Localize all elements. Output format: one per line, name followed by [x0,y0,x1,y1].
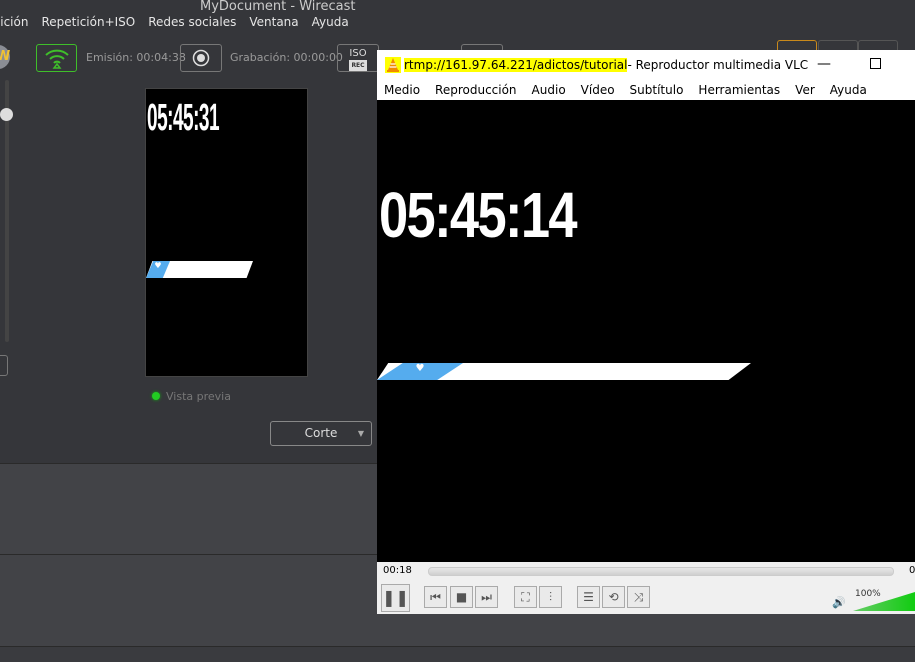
menu-audio[interactable]: Audio [532,83,566,97]
vlc-menu-bar: Medio Reproducción Audio Vídeo Subtítulo… [377,80,867,100]
pause-icon: ❚❚ [382,588,409,607]
status-panel [0,646,915,662]
menu-medio[interactable]: Medio [384,83,420,97]
speaker-icon[interactable]: 🔊 [832,596,846,609]
menu-ver[interactable]: Ver [795,83,815,97]
vlc-controls: 00:18 0 ❚❚ ⏮ ■ ⏭ ⛶ ⫶ ☰ ⟲ ⤨ 🔊 100% [377,562,915,614]
loop-button[interactable]: ⟲ [602,586,625,608]
menu-reproduccion[interactable]: Reproducción [435,83,517,97]
vlc-title-bar: rtmp://161.97.64.221/adictos/tutorial - … [377,50,915,80]
vlc-cone-icon [385,57,401,73]
loop-icon: ⟲ [608,590,619,604]
menu-ayuda[interactable]: Ayuda [830,83,867,97]
side-button[interactable] [0,355,8,376]
video-clock: 05:45:14 [379,179,578,251]
video-area[interactable]: 05:45:14 ♥ [377,100,915,562]
maximize-icon[interactable] [870,58,881,69]
next-button[interactable]: ⏭ [475,586,498,608]
next-icon: ⏭ [481,590,492,604]
preview-clock: 05:45:31 [147,97,220,139]
stop-icon: ■ [455,590,468,604]
shuffle-icon: ⤨ [633,590,644,604]
pause-button[interactable]: ❚❚ [381,584,410,612]
stream-button[interactable] [36,44,77,72]
seek-bar[interactable] [428,567,894,576]
menu-subtitulo[interactable]: Subtítulo [630,83,684,97]
stop-button[interactable]: ■ [450,586,473,608]
preview-status-dot [152,392,160,400]
fullscreen-icon: ⛶ [521,590,530,604]
broadcast-icon [44,49,69,69]
preview-canvas: 05:45:31 ♥ [145,88,308,377]
equalizer-icon: ⫶ [548,590,552,604]
menu-herramientas[interactable]: Herramientas [698,83,780,97]
playlist-icon: ☰ [583,590,594,604]
twitter-icon: ♥ [377,363,463,380]
iso-record-button[interactable]: ISO REC [337,44,379,72]
menu-redes-sociales[interactable]: Redes sociales [148,15,236,35]
shuffle-button[interactable]: ⤨ [627,586,650,608]
menu-video[interactable]: Vídeo [581,83,615,97]
wirecast-window-title: MyDocument - Wirecast [200,0,356,14]
grabacion-status: Grabación: 00:00:00 [230,51,343,64]
stream-url: rtmp://161.97.64.221/adictos/tutorial [404,58,628,72]
transition-dropdown[interactable]: Corte ▼ [270,421,372,446]
playlist-button[interactable]: ☰ [577,586,600,608]
record-icon [192,49,210,67]
menu-ventana[interactable]: Ventana [249,15,298,35]
minimize-icon[interactable]: — [817,56,831,72]
emision-status: Emisión: 00:04:38 [86,51,186,64]
vlc-window: rtmp://161.97.64.221/adictos/tutorial - … [377,50,915,614]
chevron-down-icon: ▼ [357,429,364,438]
preview-label: Vista previa [166,390,231,403]
fullscreen-button[interactable]: ⛶ [514,586,537,608]
menu-ayuda[interactable]: Ayuda [312,15,349,35]
menu-repeticion-iso[interactable]: Repetición+ISO [41,15,135,35]
elapsed-time: 00:18 [383,565,412,576]
previous-icon: ⏮ [430,590,441,604]
record-button[interactable] [180,44,222,72]
remaining-time: 0 [909,565,915,576]
previous-button[interactable]: ⏮ [424,586,447,608]
vlc-title: - Reproductor multimedia VLC [627,58,809,72]
twitter-lower-third: ♥ [146,261,253,278]
menu-composicion[interactable]: sición [0,15,28,35]
slider-handle[interactable] [0,108,13,121]
twitter-icon: ♥ [146,261,170,278]
wirecast-menu-bar: sición Repetición+ISO Redes sociales Ven… [0,15,349,35]
wirecast-logo-icon: W [0,45,10,69]
twitter-lower-third: ♥ [377,363,751,380]
volume-label: 100% [855,589,881,599]
extended-settings-button[interactable]: ⫶ [539,586,562,608]
